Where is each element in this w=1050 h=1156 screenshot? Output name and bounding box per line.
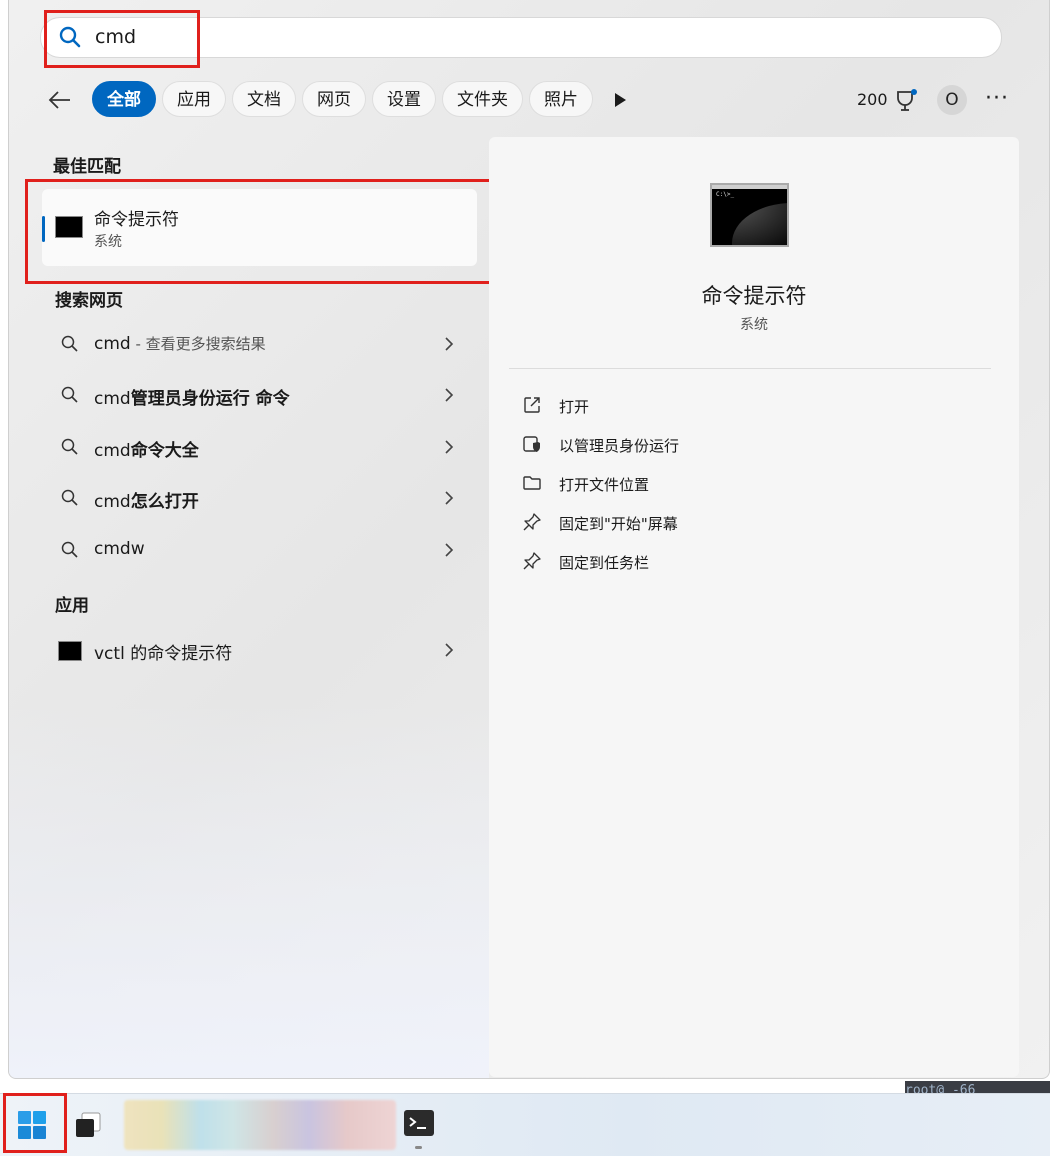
- action-label: 固定到任务栏: [559, 554, 650, 572]
- action-open-file-location[interactable]: 打开文件位置: [522, 469, 822, 499]
- selection-indicator: [42, 216, 45, 242]
- more-options-button[interactable]: ···: [985, 86, 1009, 111]
- apps-heading: 应用: [55, 596, 89, 616]
- command-prompt-large-icon: C:\>_: [710, 183, 789, 247]
- action-run-as-admin[interactable]: 以管理员身份运行: [522, 430, 822, 460]
- best-match-name: 命令提示符: [94, 210, 179, 230]
- best-match-result[interactable]: 命令提示符 系统: [42, 189, 477, 266]
- command-prompt-icon: [55, 216, 83, 238]
- taskbar: [0, 1093, 1050, 1156]
- rewards-trophy-icon[interactable]: [893, 88, 919, 114]
- shield-admin-icon: [523, 436, 540, 452]
- web-result-row[interactable]: cmd管理员身份运行 命令: [55, 376, 465, 416]
- web-result-prefix: cmd: [94, 441, 131, 461]
- search-icon: [59, 26, 81, 48]
- web-search-heading: 搜索网页: [55, 291, 123, 311]
- tab-photos[interactable]: 照片: [529, 81, 593, 117]
- folder-icon: [523, 476, 541, 490]
- web-result-suggestion: 命令大全: [130, 441, 199, 461]
- chevron-right-icon: [445, 440, 454, 454]
- tab-settings[interactable]: 设置: [372, 81, 436, 117]
- action-pin-to-taskbar[interactable]: 固定到任务栏: [522, 547, 822, 577]
- web-result-prefix: cmd: [94, 389, 131, 409]
- web-result-row[interactable]: cmd怎么打开: [55, 479, 465, 519]
- panel-background: [9, 700, 489, 1078]
- windows-start-icon[interactable]: [16, 1109, 48, 1141]
- search-query[interactable]: cmd: [95, 26, 136, 48]
- search-input[interactable]: cmd: [40, 17, 1002, 58]
- command-prompt-icon: [58, 641, 82, 661]
- best-match-heading: 最佳匹配: [53, 157, 121, 177]
- web-result-prefix: cmd: [94, 492, 131, 512]
- tab-all[interactable]: 全部: [92, 81, 156, 117]
- pin-icon: [523, 513, 541, 531]
- search-icon: [61, 489, 78, 506]
- web-result-hint: - 查看更多搜索结果: [130, 335, 266, 353]
- avatar[interactable]: O: [937, 85, 967, 115]
- web-result-suggestion: 管理员身份运行 命令: [130, 389, 290, 409]
- tab-web[interactable]: 网页: [302, 81, 366, 117]
- search-icon: [61, 386, 78, 403]
- filter-tabs: 全部 应用 文档 网页 设置 文件夹 照片: [92, 81, 593, 117]
- web-result-prefix: cmd: [94, 334, 131, 354]
- pin-icon: [523, 552, 541, 570]
- web-result-prefix: cmdw: [94, 539, 145, 559]
- best-match-type: 系统: [94, 234, 122, 250]
- chevron-right-icon: [445, 491, 454, 505]
- search-icon: [61, 335, 78, 352]
- open-external-icon: [524, 397, 540, 413]
- rewards-points: 200: [857, 90, 888, 109]
- pinned-apps-blurred[interactable]: [124, 1100, 396, 1150]
- task-view-icon[interactable]: [72, 1109, 104, 1141]
- action-label: 打开文件位置: [559, 476, 650, 494]
- action-open[interactable]: 打开: [522, 391, 822, 421]
- search-icon: [61, 438, 78, 455]
- web-result-row[interactable]: cmd - 查看更多搜索结果: [55, 325, 465, 365]
- web-result-row[interactable]: cmdw: [55, 531, 465, 571]
- running-indicator: [415, 1146, 422, 1149]
- tab-folders[interactable]: 文件夹: [442, 81, 523, 117]
- action-label: 打开: [559, 398, 590, 416]
- action-label: 固定到"开始"屏幕: [559, 515, 678, 533]
- web-result-suggestion: 怎么打开: [130, 492, 199, 512]
- chevron-right-icon: [445, 643, 454, 657]
- preview-pane: C:\>_ 命令提示符 系统 打开 以管理员身份运行 打开文件位置 固定到"开始…: [489, 137, 1019, 1077]
- app-result-label: vctl 的命令提示符: [94, 644, 233, 664]
- app-result-row[interactable]: vctl 的命令提示符: [55, 631, 465, 671]
- more-filters-play-icon[interactable]: [611, 91, 629, 109]
- search-icon: [61, 541, 78, 558]
- preview-title: 命令提示符: [701, 284, 807, 308]
- action-label: 以管理员身份运行: [559, 437, 680, 455]
- web-result-row[interactable]: cmd命令大全: [55, 428, 465, 468]
- back-arrow-icon[interactable]: [47, 87, 73, 113]
- chevron-right-icon: [445, 388, 454, 402]
- terminal-icon[interactable]: [402, 1106, 436, 1140]
- preview-subtitle: 系统: [740, 317, 768, 333]
- chevron-right-icon: [445, 543, 454, 557]
- tab-documents[interactable]: 文档: [232, 81, 296, 117]
- chevron-right-icon: [445, 337, 454, 351]
- tab-apps[interactable]: 应用: [162, 81, 226, 117]
- divider: [509, 368, 991, 369]
- action-pin-to-start[interactable]: 固定到"开始"屏幕: [522, 508, 822, 538]
